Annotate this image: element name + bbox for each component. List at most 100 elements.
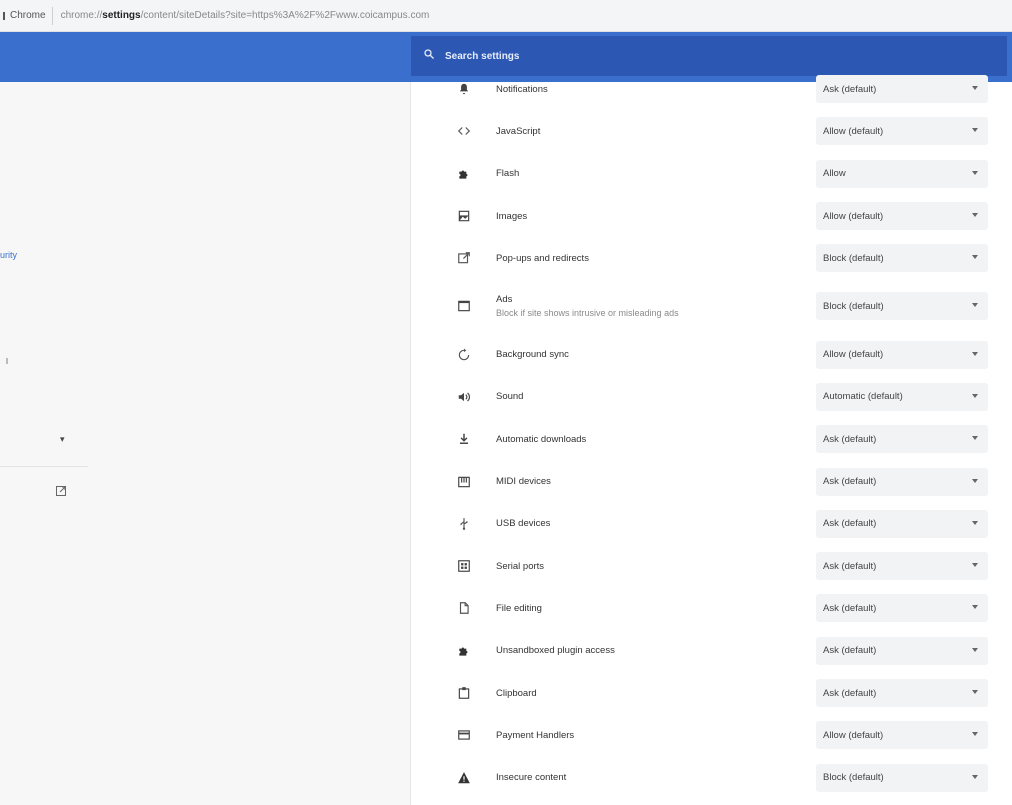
url-text[interactable]: chrome://settings/content/siteDetails?si… xyxy=(61,10,430,21)
usb-devices-row: USB devices Ask (default) xyxy=(450,503,995,545)
background-sync-row: Background sync Allow (default) xyxy=(450,333,995,375)
permission-select-value: Allow (default) xyxy=(823,349,884,361)
permission-label: File editing xyxy=(496,602,542,614)
chevron-down-icon[interactable]: ▾ xyxy=(60,434,65,445)
permission-text: Clipboard xyxy=(496,688,537,699)
permission-label: JavaScript xyxy=(496,125,541,137)
open-in-new-icon xyxy=(456,250,472,266)
chevron-down-icon xyxy=(972,255,978,260)
permission-label: Ads xyxy=(496,294,513,306)
chevron-down-icon xyxy=(972,647,978,652)
permission-select[interactable]: Ask (default) xyxy=(816,636,988,665)
file-editing-row: File editing Ask (default) xyxy=(450,587,995,629)
permission-select-value: Ask (default) xyxy=(823,518,877,530)
credit-card-icon xyxy=(456,727,472,743)
chevron-down-icon xyxy=(972,732,978,737)
chevron-down-icon xyxy=(972,563,978,568)
unsandboxed-plugin-row: Unsandboxed plugin access Ask (default) xyxy=(450,630,995,672)
ads-row: Ads Block if site shows intrusive or misl… xyxy=(450,279,995,333)
permission-select-value: Ask (default) xyxy=(823,602,877,614)
puzzle-icon xyxy=(456,166,472,182)
permission-label: Sound xyxy=(496,391,524,403)
permission-text: Insecure content xyxy=(496,772,566,783)
sidebar: urity ▾ xyxy=(0,82,411,805)
permission-label: Insecure content xyxy=(496,772,567,784)
bell-icon xyxy=(456,81,472,97)
chevron-down-icon xyxy=(972,170,978,175)
midi-devices-row: MIDI devices Ask (default) xyxy=(450,460,995,502)
clipboard-row: Clipboard Ask (default) xyxy=(450,672,995,714)
site-chip[interactable]: Chrome xyxy=(0,6,53,25)
url-suffix: /content/siteDetails?site=https%3A%2F%2F… xyxy=(140,10,430,21)
permission-select-value: Ask (default) xyxy=(823,433,877,445)
permission-select[interactable]: Block (default) xyxy=(816,244,988,273)
permission-select[interactable]: Allow (default) xyxy=(816,340,988,369)
permission-select-value: Ask (default) xyxy=(823,83,877,95)
permission-text: Notifications xyxy=(496,84,548,95)
permission-select-value: Ask (default) xyxy=(823,645,877,657)
permission-text: Background sync xyxy=(496,349,569,360)
permission-label: Pop-ups and redirects xyxy=(496,252,589,264)
permission-select[interactable]: Allow (default) xyxy=(816,202,988,231)
permission-select[interactable]: Ask (default) xyxy=(816,509,988,538)
permission-select-value: Block (default) xyxy=(823,300,884,312)
permission-text: File editing xyxy=(496,603,542,614)
permission-select[interactable]: Allow (default) xyxy=(816,117,988,146)
permission-label: USB devices xyxy=(496,518,551,530)
file-edit-icon xyxy=(456,600,472,616)
permission-select[interactable]: Ask (default) xyxy=(816,425,988,454)
sync-icon xyxy=(456,347,472,363)
insecure-content-row: Insecure content Block (default) xyxy=(450,756,995,798)
chevron-down-icon xyxy=(972,303,978,308)
usb-icon xyxy=(456,516,472,532)
permission-select-value: Allow (default) xyxy=(823,729,884,741)
chevron-down-icon xyxy=(972,86,978,91)
permission-select[interactable]: Ask (default) xyxy=(816,594,988,623)
permission-select-value: Automatic (default) xyxy=(823,391,903,403)
sidebar-item-security[interactable]: urity xyxy=(0,250,17,260)
chevron-down-icon xyxy=(972,393,978,398)
permission-select[interactable]: Ask (default) xyxy=(816,679,988,707)
chevron-down-icon xyxy=(972,605,978,610)
permission-select[interactable]: Block (default) xyxy=(816,292,988,321)
permission-select[interactable]: Ask (default) xyxy=(816,552,988,581)
permission-label: Notifications xyxy=(496,83,548,95)
chevron-down-icon xyxy=(972,128,978,133)
permission-description: Block if site shows intrusive or mislead… xyxy=(496,308,679,319)
sidebar-divider-mark xyxy=(6,358,8,364)
permission-select[interactable]: Block (default) xyxy=(816,763,988,792)
javascript-row: JavaScript Allow (default) xyxy=(450,110,995,152)
permission-select-value: Block (default) xyxy=(823,772,884,784)
serial-port-icon xyxy=(456,558,472,574)
permission-select[interactable]: Allow (default) xyxy=(816,721,988,750)
speaker-icon xyxy=(456,389,472,405)
permission-label: Unsandboxed plugin access xyxy=(496,645,615,657)
images-row: Images Allow (default) xyxy=(450,195,995,237)
permission-select[interactable]: Ask (default) xyxy=(816,467,988,496)
search-input[interactable] xyxy=(445,50,845,62)
permission-select-value: Ask (default) xyxy=(823,476,877,488)
clipboard-icon xyxy=(456,685,472,701)
permission-label: Background sync xyxy=(496,349,569,361)
piano-icon xyxy=(456,474,472,490)
permission-label: Payment Handlers xyxy=(496,729,575,741)
permission-text: Automatic downloads xyxy=(496,434,586,445)
permission-text: Sound xyxy=(496,391,523,402)
chevron-down-icon xyxy=(972,213,978,218)
permission-select[interactable]: Automatic (default) xyxy=(816,382,988,411)
permission-text: Images xyxy=(496,211,527,222)
open-in-new-icon[interactable] xyxy=(55,484,67,496)
chevron-down-icon xyxy=(972,351,978,356)
download-icon xyxy=(456,431,472,447)
permission-text: Serial ports xyxy=(496,561,544,572)
permission-select[interactable]: Ask (default) xyxy=(816,75,988,104)
permission-select-value: Allow (default) xyxy=(823,125,884,137)
chevron-down-icon xyxy=(972,774,978,779)
automatic-downloads-row: Automatic downloads Ask (default) xyxy=(450,418,995,460)
permission-text: MIDI devices xyxy=(496,476,551,487)
permission-label: Automatic downloads xyxy=(496,433,587,445)
permission-select[interactable]: Allow xyxy=(816,159,988,188)
permission-select-value: Ask (default) xyxy=(823,560,877,572)
permission-select-value: Allow xyxy=(823,168,846,180)
address-bar[interactable]: Chrome chrome://settings/content/siteDet… xyxy=(0,0,1012,32)
